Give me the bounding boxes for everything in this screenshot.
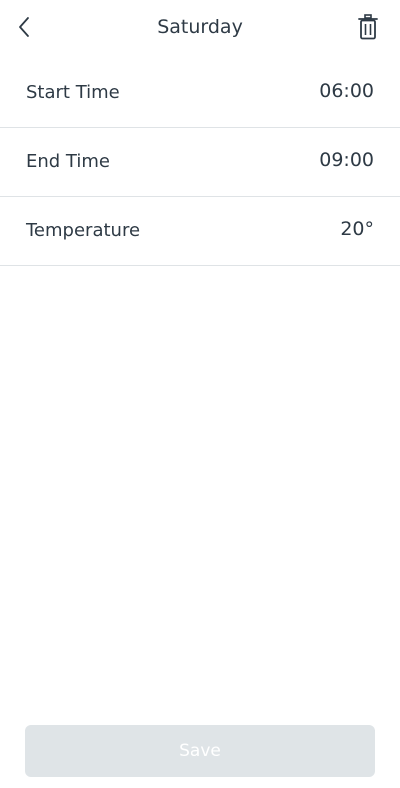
trash-icon	[358, 14, 378, 44]
back-button[interactable]	[10, 14, 38, 44]
save-button[interactable]: Save	[25, 725, 375, 777]
end-time-row[interactable]: End Time 09:00	[0, 128, 400, 197]
end-time-label: End Time	[26, 151, 110, 172]
page-title: Saturday	[157, 16, 243, 38]
end-time-value: 09:00	[319, 149, 374, 171]
start-time-row[interactable]: Start Time 06:00	[0, 59, 400, 128]
schedule-settings-list: Start Time 06:00 End Time 09:00 Temperat…	[0, 59, 400, 266]
header-bar: Saturday	[0, 0, 400, 58]
temperature-row[interactable]: Temperature 20°	[0, 197, 400, 266]
chevron-left-icon	[17, 16, 31, 42]
temperature-label: Temperature	[26, 220, 141, 241]
delete-button[interactable]	[354, 13, 382, 45]
start-time-value: 06:00	[319, 80, 374, 102]
start-time-label: Start Time	[26, 82, 120, 103]
temperature-value: 20°	[340, 218, 374, 240]
